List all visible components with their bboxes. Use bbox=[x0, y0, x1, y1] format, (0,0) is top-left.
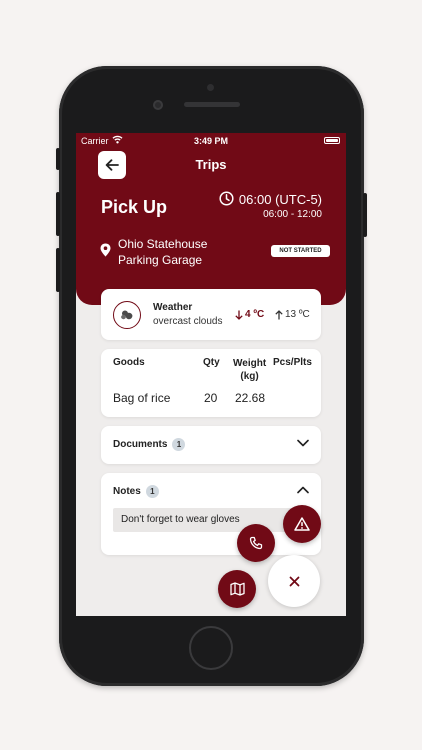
weather-card: Weather overcast clouds 4 ºC 13 ºC bbox=[101, 289, 321, 340]
goods-qty-cell: 20 bbox=[204, 391, 218, 405]
goods-weight-cell: 22.68 bbox=[235, 391, 266, 405]
pickup-address: Ohio Statehouse Parking Garage bbox=[118, 236, 248, 268]
temperature-high-value: 13 ºC bbox=[285, 309, 310, 320]
goods-table: Goods Qty Weight (kg) Pcs/Plts Bag of ri… bbox=[101, 349, 321, 417]
report-issue-button[interactable] bbox=[283, 505, 321, 543]
close-icon bbox=[289, 576, 299, 586]
mute-switch bbox=[56, 148, 60, 170]
time-window: 06:00 - 12:00 bbox=[263, 209, 322, 220]
goods-header: Goods bbox=[113, 357, 145, 368]
eta-time: 06:00 (UTC-5) bbox=[238, 192, 322, 207]
status-badge: NOT STARTED bbox=[271, 245, 330, 257]
address-line-1: Ohio Statehouse bbox=[118, 237, 208, 251]
map-pin-icon bbox=[100, 243, 111, 257]
phone-icon bbox=[249, 536, 263, 550]
documents-label: Documents bbox=[113, 439, 168, 450]
address-line-2: Parking Garage bbox=[118, 253, 203, 267]
note-text: Don't forget to wear gloves bbox=[113, 508, 309, 532]
map-icon bbox=[229, 582, 245, 596]
front-camera bbox=[153, 100, 163, 110]
qty-header: Qty bbox=[203, 357, 220, 368]
arrow-up-icon bbox=[275, 309, 283, 319]
trip-header: Carrier 3:49 PM Trips Pick Up 06:00 (UTC… bbox=[76, 133, 346, 305]
volume-down-button bbox=[56, 248, 60, 292]
call-button[interactable] bbox=[237, 524, 275, 562]
goods-name-cell: Bag of rice bbox=[113, 391, 171, 405]
temperature-low: 4 ºC bbox=[235, 309, 264, 320]
cloud-icon bbox=[113, 301, 141, 329]
temperature-low-value: 4 ºC bbox=[245, 309, 265, 320]
clock-time: 3:49 PM bbox=[193, 136, 228, 146]
clock-icon bbox=[219, 191, 234, 206]
notes-header: Notes 1 bbox=[113, 485, 159, 498]
arrow-down-icon bbox=[235, 310, 243, 320]
map-button[interactable] bbox=[218, 570, 256, 608]
documents-count-badge: 1 bbox=[172, 438, 186, 451]
volume-up-button bbox=[56, 192, 60, 236]
documents-section[interactable]: Documents 1 bbox=[101, 426, 321, 464]
proximity-sensor bbox=[207, 84, 214, 91]
stop-type-heading: Pick Up bbox=[101, 197, 168, 217]
warning-icon bbox=[294, 517, 310, 531]
app-screen: Carrier 3:49 PM Trips Pick Up 06:00 (UTC… bbox=[76, 133, 346, 616]
documents-header: Documents 1 bbox=[113, 438, 186, 451]
page-title: Trips bbox=[195, 157, 227, 172]
notes-label: Notes bbox=[113, 486, 141, 497]
weather-title: Weather bbox=[153, 302, 193, 313]
chevron-up-icon[interactable] bbox=[297, 486, 309, 494]
close-menu-button[interactable] bbox=[268, 555, 320, 607]
temperature-high: 13 ºC bbox=[275, 309, 310, 320]
battery-icon bbox=[324, 137, 340, 144]
weather-description: overcast clouds bbox=[153, 316, 223, 327]
weight-header: Weight (kg) bbox=[233, 358, 267, 382]
power-button bbox=[363, 193, 367, 237]
chevron-down-icon[interactable] bbox=[297, 439, 309, 447]
pcs-header: Pcs/Plts bbox=[273, 357, 312, 368]
status-bar: Carrier 3:49 PM bbox=[76, 133, 346, 149]
notes-count-badge: 1 bbox=[145, 485, 159, 498]
earpiece-speaker bbox=[184, 102, 240, 107]
home-button[interactable] bbox=[189, 626, 233, 670]
